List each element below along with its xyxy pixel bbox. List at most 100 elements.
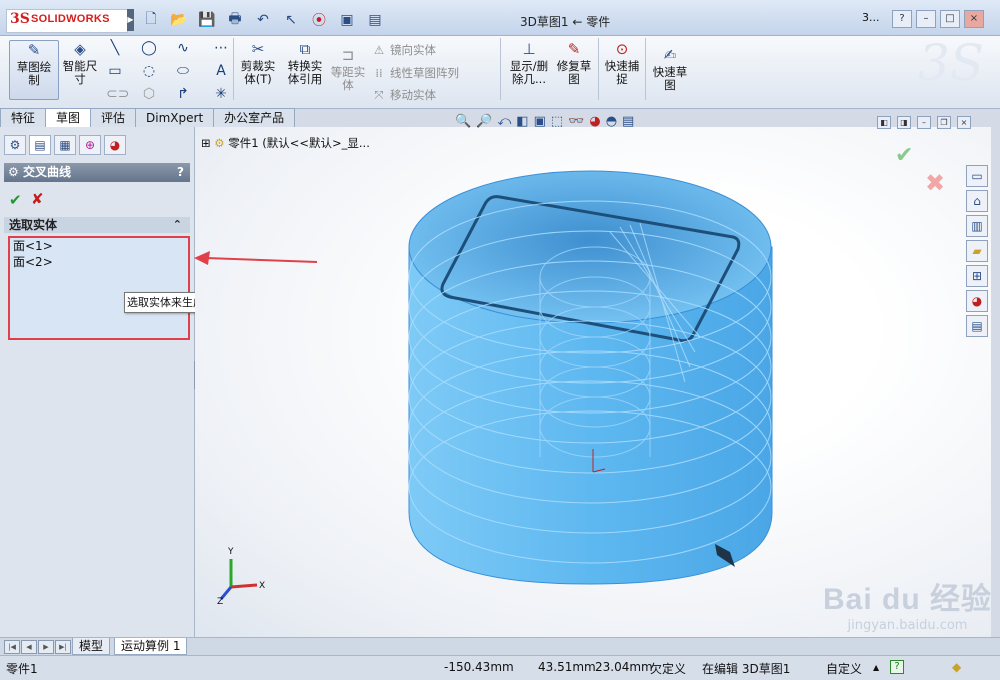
tab-sketch[interactable]: 草图 bbox=[45, 108, 92, 127]
convert-entities-button[interactable]: ⧉ 转换实 体引用 bbox=[283, 40, 327, 98]
hide-show-icon[interactable]: 👓 bbox=[568, 114, 584, 129]
minimize-button[interactable]: – bbox=[916, 10, 936, 28]
help-button[interactable]: ? bbox=[892, 10, 912, 28]
scene-icon[interactable]: ◓ bbox=[606, 114, 617, 129]
open-folder-icon[interactable]: 📂 bbox=[168, 10, 190, 30]
restore-button[interactable]: □ bbox=[940, 10, 960, 28]
undo-icon[interactable]: ↶ bbox=[252, 10, 274, 30]
help-icon[interactable]: ? bbox=[177, 163, 184, 182]
property-manager-icon[interactable]: ▤ bbox=[29, 135, 51, 155]
feature-tree-icon[interactable]: ⚙ bbox=[4, 135, 26, 155]
view-palette-icon[interactable]: ⊞ bbox=[966, 265, 988, 287]
fillet-icon[interactable]: ↱ bbox=[174, 86, 192, 102]
custom-properties-icon[interactable]: ▤ bbox=[966, 315, 988, 337]
point-grid-icon[interactable]: ⋯ bbox=[212, 40, 230, 56]
viewport-prev-icon[interactable]: ◧ bbox=[877, 116, 891, 129]
display-manager-icon[interactable]: ◕ bbox=[104, 135, 126, 155]
tab-dimxpert[interactable]: DimXpert bbox=[135, 108, 215, 127]
ellipse-icon[interactable]: ⬭ bbox=[174, 63, 192, 79]
trim-icon: ✂ bbox=[251, 40, 265, 58]
slot-icon[interactable]: ⊂⊃ bbox=[106, 86, 129, 102]
circle-icon[interactable]: ◯ bbox=[140, 40, 158, 56]
viewport-restore-icon[interactable]: ❐ bbox=[937, 116, 951, 129]
text-icon[interactable]: A bbox=[212, 63, 230, 79]
linear-pattern-button[interactable]: ⁞⁞ 线性草图阵列 bbox=[372, 65, 459, 81]
prev-tab-icon[interactable]: ◀ bbox=[21, 640, 37, 654]
file-explorer-icon[interactable]: ▰ bbox=[966, 240, 988, 262]
select-arrow-icon[interactable]: ↖ bbox=[280, 10, 302, 30]
arc-icon[interactable]: ◌ bbox=[140, 63, 158, 79]
graphics-area[interactable]: ⊞ ⚙ 零件1 (默认<<默认>_显... Y X Z ✔ ✖ bbox=[195, 127, 991, 637]
coil-part-model[interactable] bbox=[195, 127, 991, 637]
tag-icon[interactable]: ◆ bbox=[952, 660, 961, 674]
rapid-sketch-button[interactable]: ✍ 快速草 图 bbox=[650, 46, 690, 98]
close-button[interactable]: × bbox=[964, 10, 984, 28]
next-tab-icon[interactable]: ▶ bbox=[38, 640, 54, 654]
display-style-icon[interactable]: ⬚ bbox=[551, 114, 563, 129]
zoom-area-icon[interactable]: 🔎 bbox=[476, 114, 492, 129]
new-file-icon[interactable]: 🗋 bbox=[140, 10, 162, 30]
select-entities-section-header[interactable]: 选取实体 ⌃ bbox=[4, 217, 190, 233]
list-item[interactable]: 面<2> bbox=[10, 254, 188, 270]
status-part-name: 零件1 bbox=[6, 662, 38, 676]
trim-button[interactable]: ✂ 剪裁实 体(T) bbox=[236, 40, 280, 98]
traffic-light-icon[interactable]: ⦿ bbox=[308, 10, 330, 30]
viewport-close-icon[interactable]: × bbox=[957, 116, 971, 129]
viewport-minimize-icon[interactable]: – bbox=[917, 116, 931, 129]
line-icon[interactable]: ╲ bbox=[106, 40, 124, 56]
section-view-icon[interactable]: ◧ bbox=[516, 114, 528, 129]
view-settings-icon[interactable]: ▤ bbox=[622, 114, 634, 129]
appearance-icon[interactable]: ◕ bbox=[589, 114, 600, 129]
show-delete-relations-button[interactable]: ⊥ 显示/删 除几... bbox=[506, 40, 552, 98]
tab-evaluate[interactable]: 评估 bbox=[90, 108, 137, 127]
rectangle-icon[interactable]: ▭ bbox=[106, 63, 124, 79]
point-icon[interactable]: ✳ bbox=[212, 86, 230, 102]
repair-sketch-button[interactable]: ✎ 修复草 图 bbox=[554, 40, 594, 98]
sketch-button[interactable]: ✎ 草图绘 制 bbox=[9, 40, 59, 100]
first-tab-icon[interactable]: |◀ bbox=[4, 640, 20, 654]
home-icon[interactable]: ⌂ bbox=[966, 190, 988, 212]
appearances-icon[interactable]: ◕ bbox=[966, 290, 988, 312]
last-tab-icon[interactable]: ▶| bbox=[55, 640, 71, 654]
cancel-x-icon[interactable]: ✘ bbox=[31, 190, 44, 208]
list-item[interactable]: 面<1> bbox=[10, 238, 188, 254]
mirror-label: 镜向实体 bbox=[390, 43, 436, 57]
configuration-icon[interactable]: ▦ bbox=[54, 135, 76, 155]
offset-label: 等距实 体 bbox=[330, 65, 366, 92]
dimxpert-icon[interactable]: ⊕ bbox=[79, 135, 101, 155]
polygon-icon[interactable]: ⬡ bbox=[140, 86, 158, 102]
collapse-chevron-icon[interactable]: ⌃ bbox=[173, 217, 182, 233]
move-entities-button[interactable]: ⤧ 移动实体 bbox=[372, 87, 436, 103]
offset-entities-button[interactable]: ⊐ 等距实 体 bbox=[328, 46, 368, 98]
menu-expand-arrow-icon[interactable]: ▶ bbox=[127, 9, 134, 31]
options-icon[interactable]: ▣ bbox=[336, 10, 358, 30]
sketch-icon: ✎ bbox=[27, 41, 41, 59]
status-definition: 欠定义 bbox=[650, 662, 687, 676]
customize-icon[interactable]: ▤ bbox=[364, 10, 386, 30]
selection-list[interactable]: 面<1> 面<2> bbox=[8, 236, 190, 340]
viewport-next-icon[interactable]: ◨ bbox=[897, 116, 911, 129]
ok-check-icon[interactable]: ✔ bbox=[9, 191, 22, 209]
units-dropdown[interactable]: 自定义 bbox=[826, 660, 862, 677]
help-status-icon[interactable]: ? bbox=[890, 660, 904, 674]
tab-motion-study[interactable]: 运动算例 1 bbox=[114, 638, 188, 655]
mirror-entities-button[interactable]: ⚠ 镜向实体 bbox=[372, 42, 436, 58]
zoom-to-fit-icon[interactable]: 🔍 bbox=[455, 114, 471, 129]
solidworks-logo[interactable]: 3S SOLIDWORKS bbox=[6, 9, 128, 33]
smart-dimension-button[interactable]: ◈ 智能尺 寸 bbox=[58, 40, 102, 98]
previous-view-icon[interactable]: ⤺ bbox=[497, 114, 511, 129]
save-icon[interactable]: 💾 bbox=[196, 10, 218, 30]
tab-features[interactable]: 特征 bbox=[0, 108, 47, 127]
print-icon[interactable]: 🖶 bbox=[224, 10, 246, 30]
quick-snaps-button[interactable]: ⊙ 快速捕 捉 bbox=[602, 40, 642, 98]
view-orientation-icon[interactable]: ▣ bbox=[534, 114, 546, 129]
confirm-cancel-icon[interactable]: ✖ bbox=[925, 169, 945, 197]
confirm-ok-icon[interactable]: ✔ bbox=[895, 143, 913, 168]
design-library-icon[interactable]: ▥ bbox=[966, 215, 988, 237]
tab-office-products[interactable]: 办公室产品 bbox=[213, 108, 296, 127]
tab-model[interactable]: 模型 bbox=[72, 638, 111, 655]
spline-icon[interactable]: ∿ bbox=[174, 40, 192, 56]
sw-resources-icon[interactable]: ▭ bbox=[966, 165, 988, 187]
chevron-up-icon[interactable]: ▲ bbox=[873, 663, 879, 672]
search-shortcut[interactable]: 3... bbox=[862, 10, 888, 28]
